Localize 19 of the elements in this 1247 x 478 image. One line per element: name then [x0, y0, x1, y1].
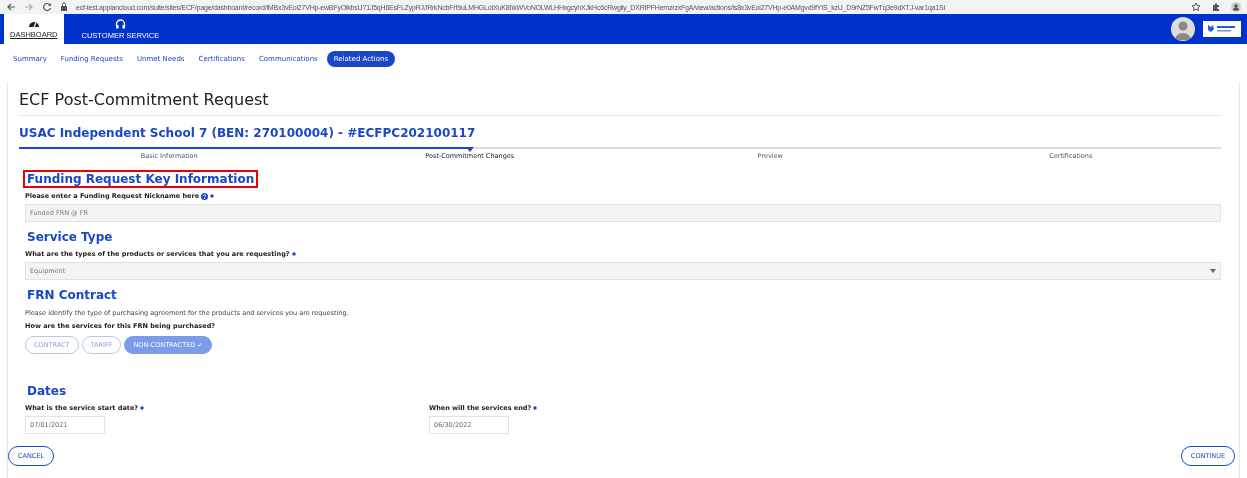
section-heading: Dates	[26, 384, 68, 398]
section-heading: Funding Request Key Information	[25, 172, 257, 186]
forward-icon	[24, 2, 34, 12]
star-icon	[1191, 2, 1201, 12]
section-heading: FRN Contract	[26, 288, 118, 302]
reload-icon	[42, 2, 52, 12]
step-marker-icon	[465, 147, 474, 152]
user-avatar[interactable]	[1171, 17, 1195, 41]
page-title: ECF Post-Commitment Request	[19, 89, 270, 111]
section-heading: Service Type	[26, 230, 114, 244]
gauge-icon	[27, 19, 40, 28]
headset-icon	[114, 18, 126, 29]
profile-icon	[1231, 2, 1241, 12]
logo-icon	[1203, 21, 1241, 37]
record-title: USAC Independent School 7 (BEN: 270100004) - #ECFPC202100117	[19, 125, 477, 142]
caret-icon	[1210, 269, 1216, 273]
lock-icon	[60, 2, 68, 12]
puzzle-icon	[1211, 2, 1221, 12]
back-icon	[6, 2, 16, 12]
